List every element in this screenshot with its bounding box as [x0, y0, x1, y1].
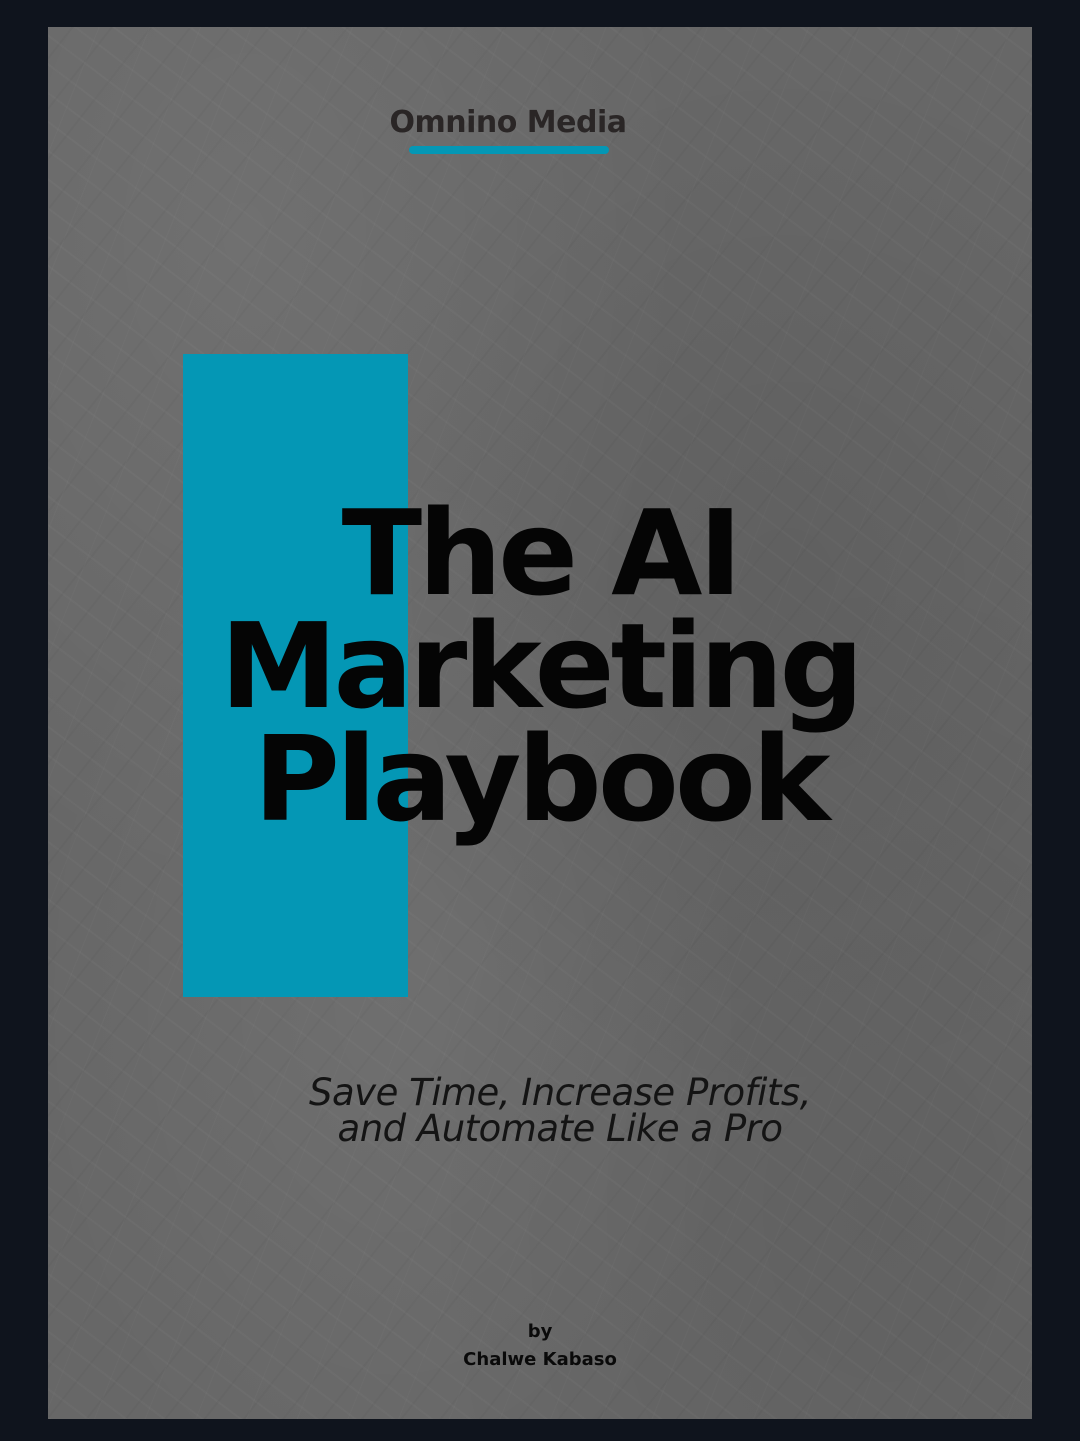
- subtitle-line-1: Save Time, Increase Profits,: [309, 1071, 811, 1114]
- subtitle-line-2: and Automate Like a Pro: [337, 1107, 783, 1150]
- book-cover: Omnino Media The AI Marketing Playbook S…: [48, 27, 1032, 1419]
- publisher-name: Omnino Media: [389, 105, 627, 140]
- publisher-underline: [409, 146, 609, 154]
- by-label: by: [527, 1321, 553, 1342]
- byline: by Chalwe Kabaso: [48, 1318, 1032, 1374]
- book-subtitle: Save Time, Increase Profits, and Automat…: [48, 1071, 1032, 1150]
- author-name: Chalwe Kabaso: [463, 1349, 617, 1370]
- title-line-2: Marketing: [220, 597, 864, 735]
- title-line-1: The AI: [341, 484, 743, 622]
- title-line-3: Playbook: [253, 710, 831, 848]
- book-title: The AI Marketing Playbook: [48, 484, 1032, 848]
